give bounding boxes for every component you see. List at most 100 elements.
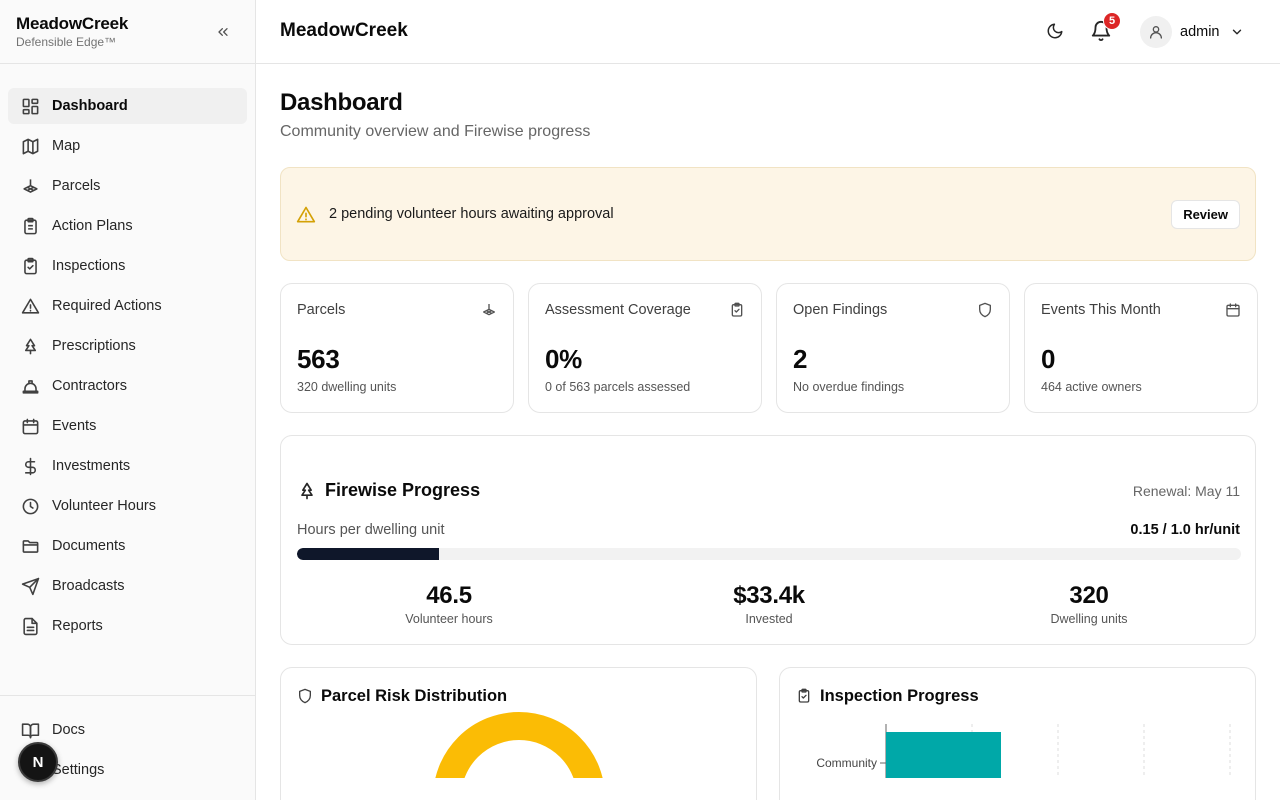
kpi-invested: $33.4k Invested <box>669 582 869 626</box>
stat-card-parcels: Parcels 563 320 dwelling units <box>280 283 514 413</box>
calendar-icon <box>1225 302 1241 318</box>
user-avatar <box>1140 16 1172 48</box>
stat-label: Parcels <box>297 302 346 318</box>
sidebar-item-documents[interactable]: Documents <box>8 528 247 564</box>
page-subtitle: Community overview and Firewise progress <box>280 123 591 140</box>
sidebar-item-label: Broadcasts <box>52 578 125 594</box>
firewise-ratio: 0.15 / 1.0 hr/unit <box>1130 522 1240 538</box>
user-icon <box>1150 26 1162 39</box>
stat-value: 0% <box>545 344 582 374</box>
risk-donut-chart <box>435 712 603 778</box>
tree-icon <box>20 336 40 356</box>
stat-value: 2 <box>793 344 808 374</box>
stat-subtext: 464 active owners <box>1041 380 1142 394</box>
kpi-label: Volunteer hours <box>405 612 493 626</box>
inspection-bar-chart: Community <box>816 724 1231 778</box>
kpi-value: 320 <box>1069 582 1109 609</box>
main-content: Dashboard Community overview and Firewis… <box>256 64 1280 800</box>
tree-icon <box>297 481 317 501</box>
sidebar-item-label: Action Plans <box>52 218 133 234</box>
warning-icon <box>20 296 40 316</box>
sidebar-item-label: Parcels <box>52 178 101 194</box>
sidebar-item-prescriptions[interactable]: Prescriptions <box>8 328 247 364</box>
stat-value: 563 <box>297 344 340 374</box>
sidebar-item-required-actions[interactable]: Required Actions <box>8 288 247 324</box>
kpi-dwelling-units: 320 Dwelling units <box>989 582 1189 626</box>
sidebar-item-map[interactable]: Map <box>8 128 247 164</box>
sidebar-item-label: Contractors <box>52 378 127 394</box>
sidebar-item-label: Map <box>52 138 81 154</box>
dollar-icon <box>20 456 40 476</box>
assistant-avatar-button[interactable]: N <box>18 742 58 782</box>
pending-alert: 2 pending volunteer hours awaiting appro… <box>280 167 1256 261</box>
sidebar-item-label: Required Actions <box>52 298 162 314</box>
firewise-renewal: Renewal: May 11 <box>1132 483 1240 499</box>
parcel-risk-panel: Parcel Risk Distribution <box>280 667 757 800</box>
stat-card-open-findings: Open Findings 2 No overdue findings <box>776 283 1010 413</box>
topbar: MeadowCreek 5 admin <box>256 0 1280 64</box>
sidebar-item-label: Documents <box>52 538 126 554</box>
sidebar-item-volunteer-hours[interactable]: Volunteer Hours <box>8 488 247 524</box>
sidebar-item-broadcasts[interactable]: Broadcasts <box>8 568 247 604</box>
collapse-sidebar-button[interactable] <box>213 22 233 42</box>
stat-label: Assessment Coverage <box>545 302 691 318</box>
sidebar-item-label: Settings <box>52 762 105 778</box>
stat-card-assessment-coverage: Assessment Coverage 0% 0 of 563 parcels … <box>528 283 762 413</box>
kpi-label: Invested <box>745 612 793 626</box>
shield-icon <box>977 302 993 318</box>
sidebar: MeadowCreek Defensible Edge™ Dashboard M… <box>0 0 256 800</box>
sidebar-item-inspections[interactable]: Inspections <box>8 248 247 284</box>
firewise-progress-bar <box>297 548 1241 560</box>
sidebar-item-parcels[interactable]: Parcels <box>8 168 247 204</box>
stat-subtext: No overdue findings <box>793 380 905 394</box>
review-button[interactable]: Review <box>1171 200 1240 229</box>
firewise-title: Firewise Progress <box>325 480 481 500</box>
warning-icon <box>296 205 316 225</box>
sidebar-nav: Dashboard Map Parcels Action Plans Inspe… <box>0 64 255 644</box>
bar-community <box>886 732 1001 778</box>
kpi-value: 46.5 <box>426 582 472 609</box>
send-icon <box>20 576 40 596</box>
stat-subtext: 320 dwelling units <box>297 380 397 394</box>
clipboard-list-icon <box>20 216 40 236</box>
notification-count-badge: 5 <box>1103 12 1121 30</box>
sidebar-item-label: Prescriptions <box>52 338 136 354</box>
firewise-progress-fill <box>297 548 439 560</box>
moon-icon <box>1047 23 1063 39</box>
dashboard-icon <box>20 96 40 116</box>
chevron-down-icon <box>1232 29 1241 35</box>
theme-toggle-button[interactable] <box>1046 22 1066 42</box>
brand: MeadowCreek Defensible Edge™ <box>0 0 255 64</box>
sidebar-item-dashboard[interactable]: Dashboard <box>8 88 247 124</box>
sidebar-item-reports[interactable]: Reports <box>8 608 247 644</box>
clipboard-check-icon <box>729 302 745 318</box>
donut-segment <box>435 712 603 778</box>
clipboard-check-icon <box>20 256 40 276</box>
sidebar-item-label: Docs <box>52 722 86 738</box>
sidebar-item-contractors[interactable]: Contractors <box>8 368 247 404</box>
file-text-icon <box>20 616 40 636</box>
stat-value: 0 <box>1041 344 1056 374</box>
map-icon <box>20 136 40 156</box>
parcels-icon <box>20 176 40 196</box>
sidebar-item-investments[interactable]: Investments <box>8 448 247 484</box>
clock-icon <box>20 496 40 516</box>
firewise-metric-label: Hours per dwelling unit <box>297 522 445 538</box>
sidebar-item-events[interactable]: Events <box>8 408 247 444</box>
sidebar-item-label: Events <box>52 418 97 434</box>
stat-label: Open Findings <box>793 302 888 318</box>
sidebar-item-action-plans[interactable]: Action Plans <box>8 208 247 244</box>
inspection-progress-panel: Inspection Progress Community <box>779 667 1256 800</box>
kpi-volunteer-hours: 46.5 Volunteer hours <box>349 582 549 626</box>
category-label: Community <box>816 756 877 770</box>
stat-subtext: 0 of 563 parcels assessed <box>545 380 691 394</box>
sidebar-item-label: Dashboard <box>52 98 128 114</box>
brand-name: MeadowCreek <box>16 14 129 33</box>
firewise-progress-card: Firewise Progress Renewal: May 11 Hours … <box>280 435 1256 645</box>
folder-icon <box>20 536 40 556</box>
kpi-label: Dwelling units <box>1050 612 1128 626</box>
sidebar-item-label: Reports <box>52 618 103 634</box>
user-menu[interactable]: admin <box>1140 16 1244 48</box>
hard-hat-icon <box>20 376 40 396</box>
page-title: Dashboard <box>280 89 403 116</box>
